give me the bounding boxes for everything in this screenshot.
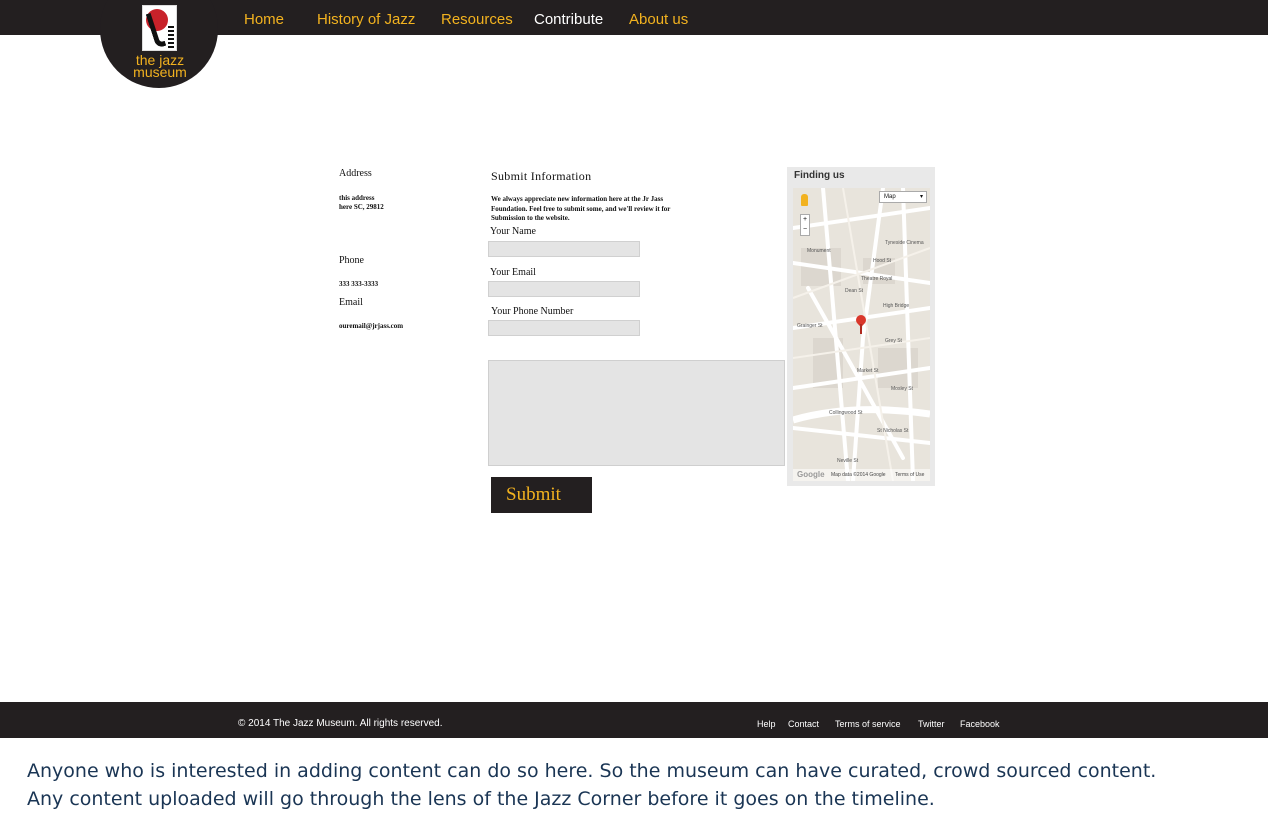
email-input[interactable] [488,281,640,297]
street-label: High Bridge [883,303,910,309]
map-panel: Finding us + − Map ▾ Monument Tyneside C… [787,167,935,486]
phone-value: 333 333-3333 [339,280,379,288]
nav-resources[interactable]: Resources [441,11,513,28]
terms-of-use-link[interactable]: Terms of Use [895,472,924,478]
street-label: Grey St [885,338,902,344]
street-label: Theatre Royal [861,276,893,282]
form-description: We always appreciate new information her… [491,195,671,222]
footer-link-terms[interactable]: Terms of service [835,719,901,729]
nav-history-of-jazz[interactable]: History of Jazz [317,11,415,28]
street-label: Tyneside Cinema [885,240,924,246]
google-map[interactable]: + − Map ▾ Monument Tyneside Cinema Theatr… [793,188,930,481]
phone-input[interactable] [488,320,640,336]
zoom-control-icon[interactable]: + − [800,214,810,236]
address-line1: this address [339,194,375,202]
phone-field-label: Your Phone Number [491,306,574,317]
name-field-label: Your Name [490,226,536,237]
street-label: Dean St [845,288,864,294]
map-data-text: Map data ©2014 Google [831,472,886,478]
street-label: Monument [807,248,831,254]
footer-link-help[interactable]: Help [757,719,776,729]
caption-line2: Any content uploaded will go through the… [27,788,935,810]
message-textarea[interactable] [488,360,785,466]
map-type-select[interactable]: Map ▾ [879,191,927,203]
footer-link-facebook[interactable]: Facebook [960,719,1000,729]
form-title: Submit Information [491,169,592,183]
email-label: Email [339,297,363,308]
street-label: Neville St [837,458,859,464]
name-input[interactable] [488,241,640,257]
address-line2: here SC, 29812 [339,203,384,211]
caption-line1: Anyone who is interested in adding conte… [27,760,1157,782]
nav-contribute[interactable]: Contribute [534,11,603,28]
footer-link-contact[interactable]: Contact [788,719,819,729]
email-field-label: Your Email [490,267,536,278]
saxophone-logo-icon[interactable] [142,5,177,51]
google-logo: Google [797,470,825,479]
submit-button[interactable]: Submit [491,477,592,513]
chevron-down-icon: ▾ [919,194,923,200]
piano-keys-shape [168,26,174,50]
street-label: Market St [857,368,879,374]
logo-text-line2: museum [133,64,187,80]
footer-link-twitter[interactable]: Twitter [918,719,945,729]
phone-label: Phone [339,255,364,266]
nav-home[interactable]: Home [244,11,284,28]
map-type-value: Map [884,194,896,200]
street-label: St Nicholas St [877,428,909,434]
nav-about-us[interactable]: About us [629,11,688,28]
street-label: Grainger St [797,323,823,329]
street-label: Mosley St [891,386,913,392]
street-label: Hood St [873,258,892,264]
street-label: Collingwood St [829,410,863,416]
copyright-text: © 2014 The Jazz Museum. All rights reser… [238,718,443,729]
location-pin-tail [860,324,862,334]
map-streets-graphic [793,188,930,481]
map-title: Finding us [794,170,845,181]
map-attribution: Google Map data ©2014 Google Terms of Us… [793,469,930,481]
email-value[interactable]: ouremail@jrjass.com [339,322,403,331]
address-label: Address [339,168,372,179]
street-view-pegman-icon[interactable] [801,194,808,206]
footer-bar: © 2014 The Jazz Museum. All rights reser… [0,702,1268,738]
